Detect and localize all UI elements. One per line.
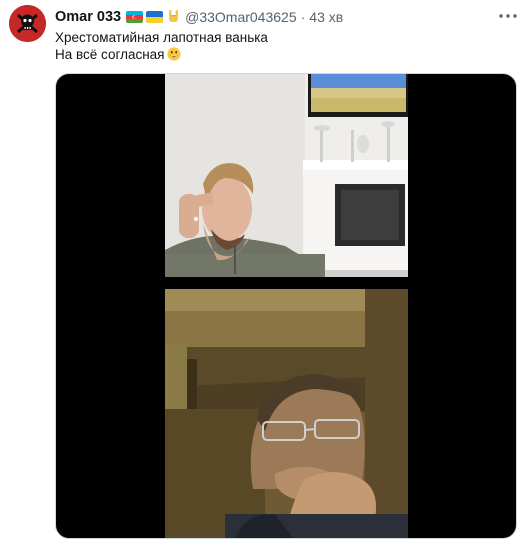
- video-call-bottom-frame: [165, 289, 408, 538]
- tweet-text: Хрестоматийная лапотная ванька На всё со…: [55, 29, 268, 63]
- video-call-top-frame: [165, 74, 408, 277]
- ukraine-flag-icon: [146, 11, 164, 23]
- name-badges: [126, 9, 180, 25]
- tweet[interactable]: Omar 033 @33Omar043625 · 43 хв Хрестомат…: [0, 0, 526, 542]
- tweet-text-line: Хрестоматийная лапотная ванька: [55, 30, 268, 45]
- tweet-time[interactable]: 43 хв: [309, 9, 343, 25]
- jolly-roger-icon: [9, 5, 46, 42]
- media-attachment[interactable]: [55, 73, 517, 539]
- separator-dot: ·: [300, 9, 306, 25]
- azerbaijan-flag-icon: [126, 11, 144, 23]
- avatar[interactable]: [9, 5, 46, 42]
- rock-on-hand-icon: [167, 9, 180, 25]
- grinning-face-icon: [167, 47, 182, 61]
- display-name[interactable]: Omar 033: [55, 9, 121, 25]
- ellipsis-icon: [499, 14, 517, 18]
- user-handle[interactable]: @33Omar043625: [185, 9, 297, 25]
- tweet-text-line: На всё согласная: [55, 47, 165, 62]
- tweet-header: Omar 033 @33Omar043625 · 43 хв: [55, 7, 343, 27]
- more-options-button[interactable]: [497, 8, 519, 24]
